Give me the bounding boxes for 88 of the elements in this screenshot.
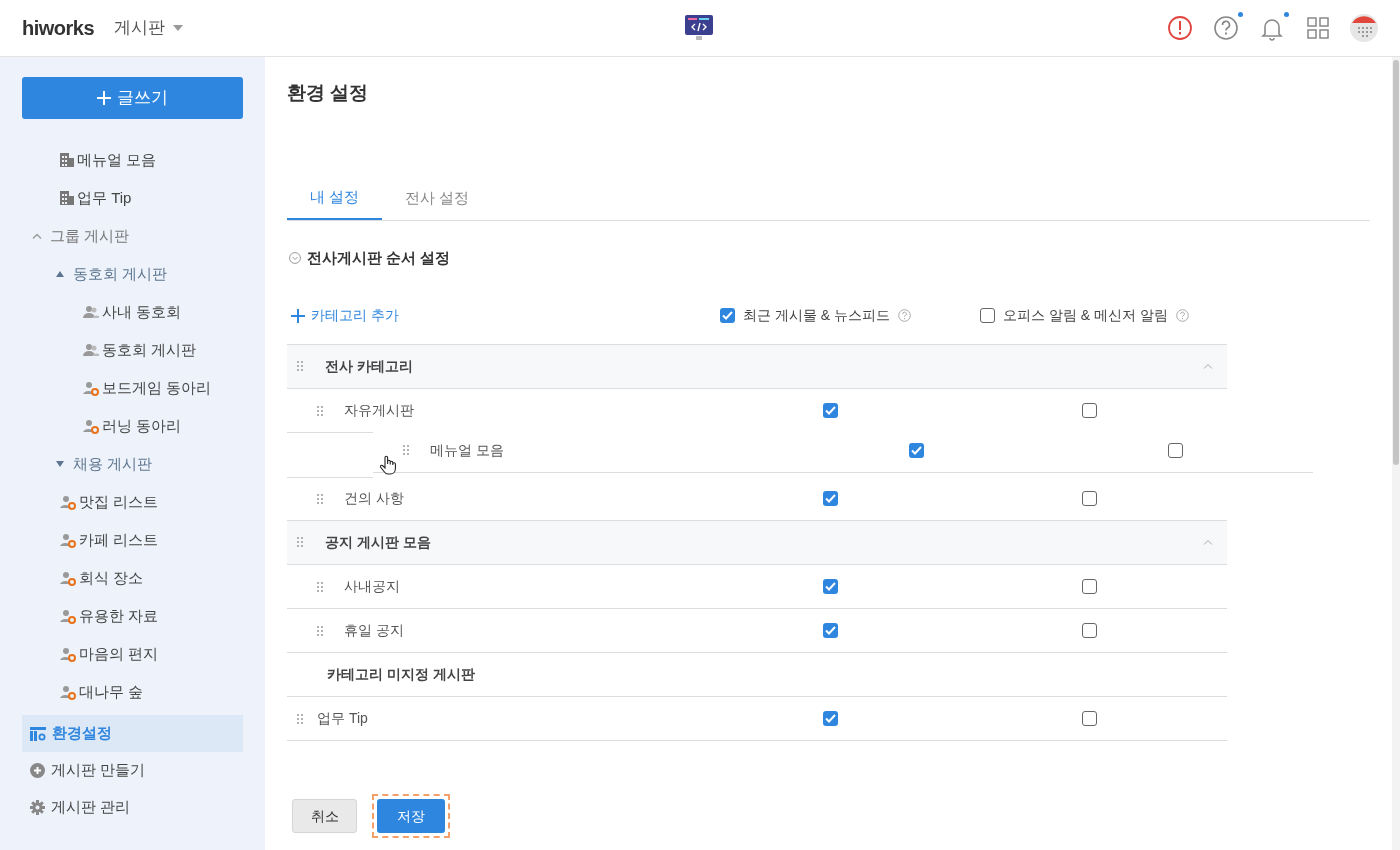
help-icon[interactable] <box>898 309 911 322</box>
sidebar-action[interactable]: 게시판 관리 <box>22 789 243 826</box>
sidebar-item[interactable]: 동호회 게시판 <box>22 331 243 369</box>
drag-handle-icon[interactable] <box>317 581 323 592</box>
sidebar-item[interactable]: 맛집 리스트 <box>22 483 243 521</box>
scrollbar-thumb[interactable] <box>1393 60 1399 465</box>
collapse-circle-icon[interactable] <box>289 252 301 265</box>
person-gear-icon <box>83 418 99 434</box>
sidebar-item[interactable]: 사내 동호회 <box>22 293 243 331</box>
board-name: 업무 Tip <box>317 709 368 728</box>
add-category-link[interactable]: 카테고리 추가 <box>287 305 399 326</box>
checkbox[interactable] <box>1082 403 1097 418</box>
person-gear-icon <box>60 532 76 548</box>
person-gear-icon <box>60 684 76 700</box>
board-name: 메뉴얼 모음 <box>430 440 504 460</box>
checkbox[interactable] <box>823 579 838 594</box>
sidebar-item[interactable]: 보드게임 동아리 <box>22 369 243 407</box>
sidebar-item[interactable]: 회식 장소 <box>22 559 243 597</box>
app-menu[interactable]: 게시판 <box>114 15 184 41</box>
drag-handle-icon[interactable] <box>317 493 323 504</box>
checkbox[interactable] <box>823 403 838 418</box>
sidebar-item[interactable]: 카페 리스트 <box>22 521 243 559</box>
people-icon <box>83 343 99 357</box>
building-icon <box>60 153 74 167</box>
drag-handle-icon[interactable] <box>317 405 323 416</box>
checkbox[interactable] <box>720 308 735 323</box>
category-name: 공지 게시판 모음 <box>325 532 431 552</box>
sidebar-item[interactable]: 러닝 동아리 <box>22 407 243 445</box>
avatar[interactable] <box>1350 14 1378 42</box>
checkbox[interactable] <box>823 491 838 506</box>
building-icon <box>60 191 74 205</box>
board-name: 사내공지 <box>344 577 400 596</box>
write-button[interactable]: 글쓰기 <box>22 77 243 119</box>
checkbox[interactable] <box>909 442 924 458</box>
people-icon <box>83 305 99 319</box>
apps-grid-icon[interactable] <box>1304 14 1332 42</box>
person-gear-icon <box>83 380 99 396</box>
checkbox[interactable] <box>980 308 995 323</box>
scrollbar[interactable] <box>1392 57 1400 850</box>
checkbox[interactable] <box>1082 491 1097 506</box>
cancel-button[interactable]: 취소 <box>292 799 357 833</box>
sidebar-action[interactable]: 게시판 만들기 <box>22 752 243 789</box>
drag-handle-icon[interactable] <box>297 713 303 724</box>
sidebar-item[interactable]: 마음의 편지 <box>22 635 243 673</box>
sidebar-section[interactable]: 그룹 게시판 <box>22 217 243 255</box>
sidebar-item[interactable]: 대나무 숲 <box>22 673 243 711</box>
board-name: 자유게시판 <box>344 401 414 420</box>
help-icon[interactable] <box>1212 14 1240 42</box>
section-title: 전사게시판 순서 설정 <box>307 248 451 268</box>
person-gear-icon <box>60 608 76 624</box>
checkbox[interactable] <box>1168 442 1183 458</box>
save-button[interactable]: 저장 <box>377 799 445 833</box>
monitor-code-icon[interactable] <box>684 14 714 42</box>
gear-icon <box>30 800 45 815</box>
person-gear-icon <box>60 646 76 662</box>
column-label: 오피스 알림 & 메신저 알림 <box>1003 306 1168 325</box>
drag-handle-icon[interactable] <box>297 537 303 547</box>
logo[interactable]: hiworks <box>22 13 95 43</box>
category-name: 카테고리 미지정 게시판 <box>327 664 475 684</box>
page-title: 환경 설정 <box>287 81 370 105</box>
alert-icon[interactable] <box>1166 14 1194 42</box>
checkbox[interactable] <box>1082 623 1097 638</box>
board-name: 건의 사항 <box>344 489 404 508</box>
column-label: 최근 게시물 & 뉴스피드 <box>743 306 890 325</box>
plus-icon <box>97 91 111 105</box>
drag-handle-icon[interactable] <box>297 361 303 371</box>
tab[interactable]: 전사 설정 <box>382 177 493 220</box>
caret-icon <box>173 25 184 31</box>
checkbox[interactable] <box>1082 579 1097 594</box>
sidebar-item[interactable]: 유용한 자료 <box>22 597 243 635</box>
checkbox[interactable] <box>823 623 838 638</box>
plus-icon <box>291 308 305 323</box>
sidebar-item[interactable]: 업무 Tip <box>22 179 243 217</box>
board-name: 휴일 공지 <box>344 621 404 640</box>
person-gear-icon <box>60 494 76 510</box>
checkbox[interactable] <box>823 711 838 726</box>
sidebar-folder[interactable]: 동호회 게시판 <box>22 255 243 293</box>
drag-handle-icon[interactable] <box>317 625 323 636</box>
person-gear-icon <box>60 570 76 586</box>
tab[interactable]: 내 설정 <box>287 177 383 220</box>
drag-handle-icon[interactable] <box>403 445 409 455</box>
settings-icon <box>30 726 46 741</box>
sidebar-folder[interactable]: 채용 게시판 <box>22 445 243 483</box>
category-name: 전사 카테고리 <box>325 356 413 376</box>
plus-circle-icon <box>30 763 45 778</box>
sidebar-item[interactable]: 메뉴얼 모음 <box>22 141 243 179</box>
checkbox[interactable] <box>1082 711 1097 726</box>
help-icon[interactable] <box>1175 309 1189 322</box>
